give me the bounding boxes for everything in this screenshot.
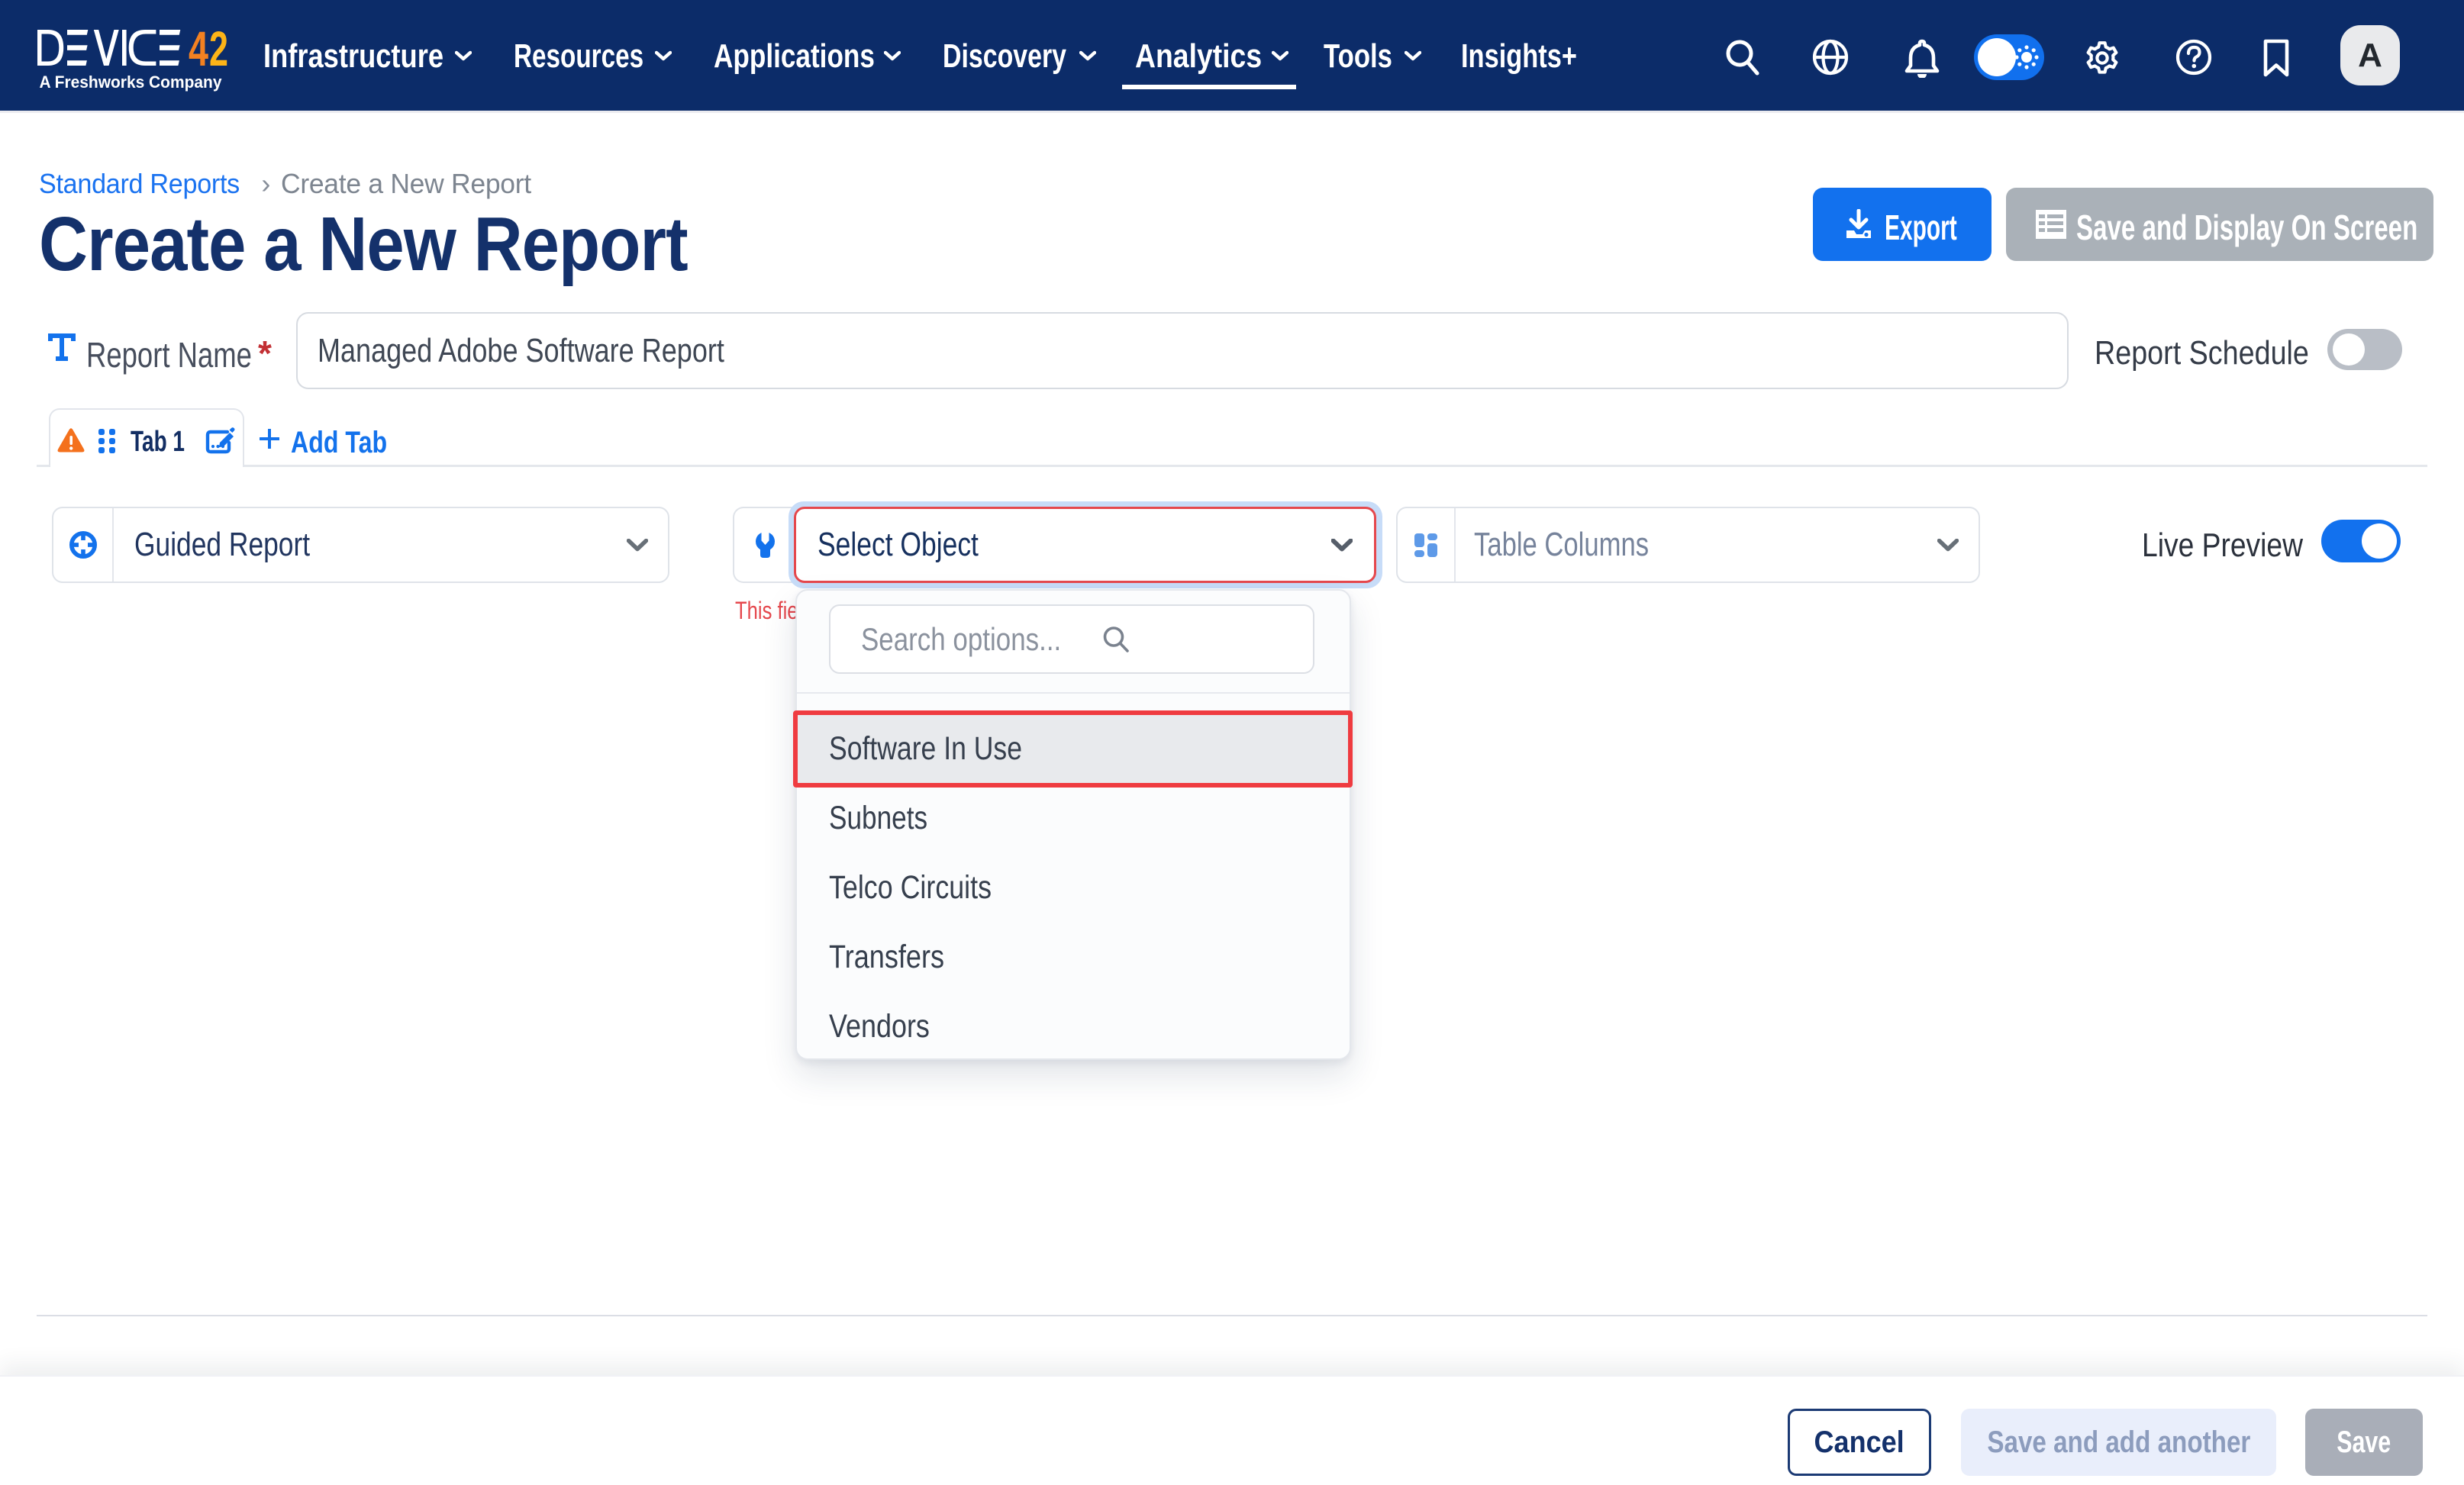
- svg-text:2: 2: [209, 23, 228, 76]
- svg-text:A Freshworks Company: A Freshworks Company: [40, 72, 223, 92]
- svg-text:4: 4: [189, 23, 208, 76]
